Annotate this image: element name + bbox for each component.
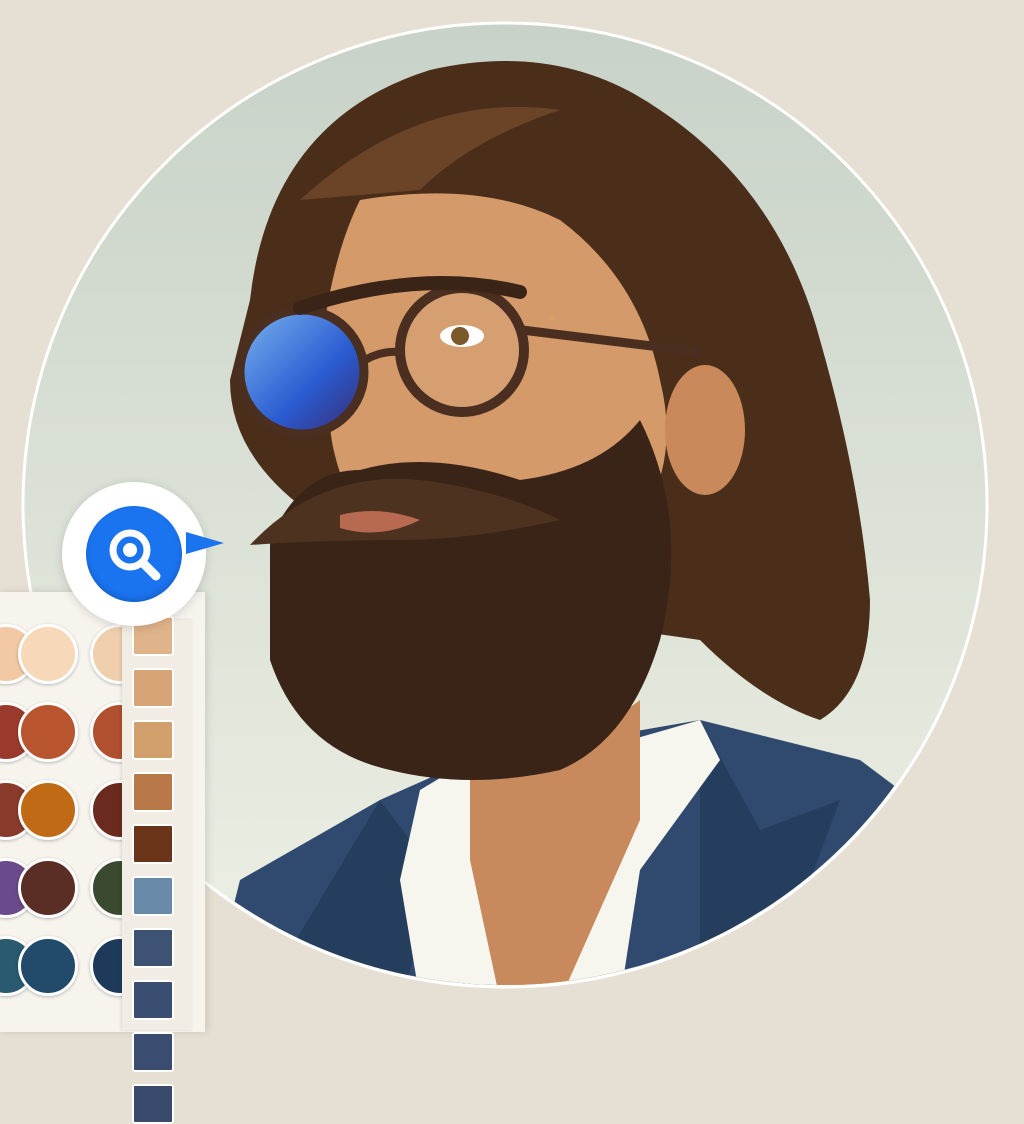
eyedropper-button[interactable] [86,506,182,602]
color-swatch-strip [122,616,192,1124]
color-swatch-circle[interactable] [18,624,78,684]
color-swatch-square[interactable] [132,980,174,1020]
color-swatch-square[interactable] [132,1084,174,1124]
magnifier-search-icon [109,529,161,581]
triangle-pointer-icon [186,532,224,554]
color-swatch-square[interactable] [132,824,174,864]
color-swatch-circle[interactable] [18,858,78,918]
color-swatch-circle[interactable] [18,702,78,762]
canvas [0,0,1024,1124]
color-swatch-circle[interactable] [18,780,78,840]
color-swatch-square[interactable] [132,668,174,708]
color-swatch-square[interactable] [132,772,174,812]
color-swatch-square[interactable] [132,876,174,916]
color-swatch-square[interactable] [132,1032,174,1072]
color-swatch-square[interactable] [132,720,174,760]
color-swatch-square[interactable] [132,928,174,968]
color-swatch-circle[interactable] [18,936,78,996]
